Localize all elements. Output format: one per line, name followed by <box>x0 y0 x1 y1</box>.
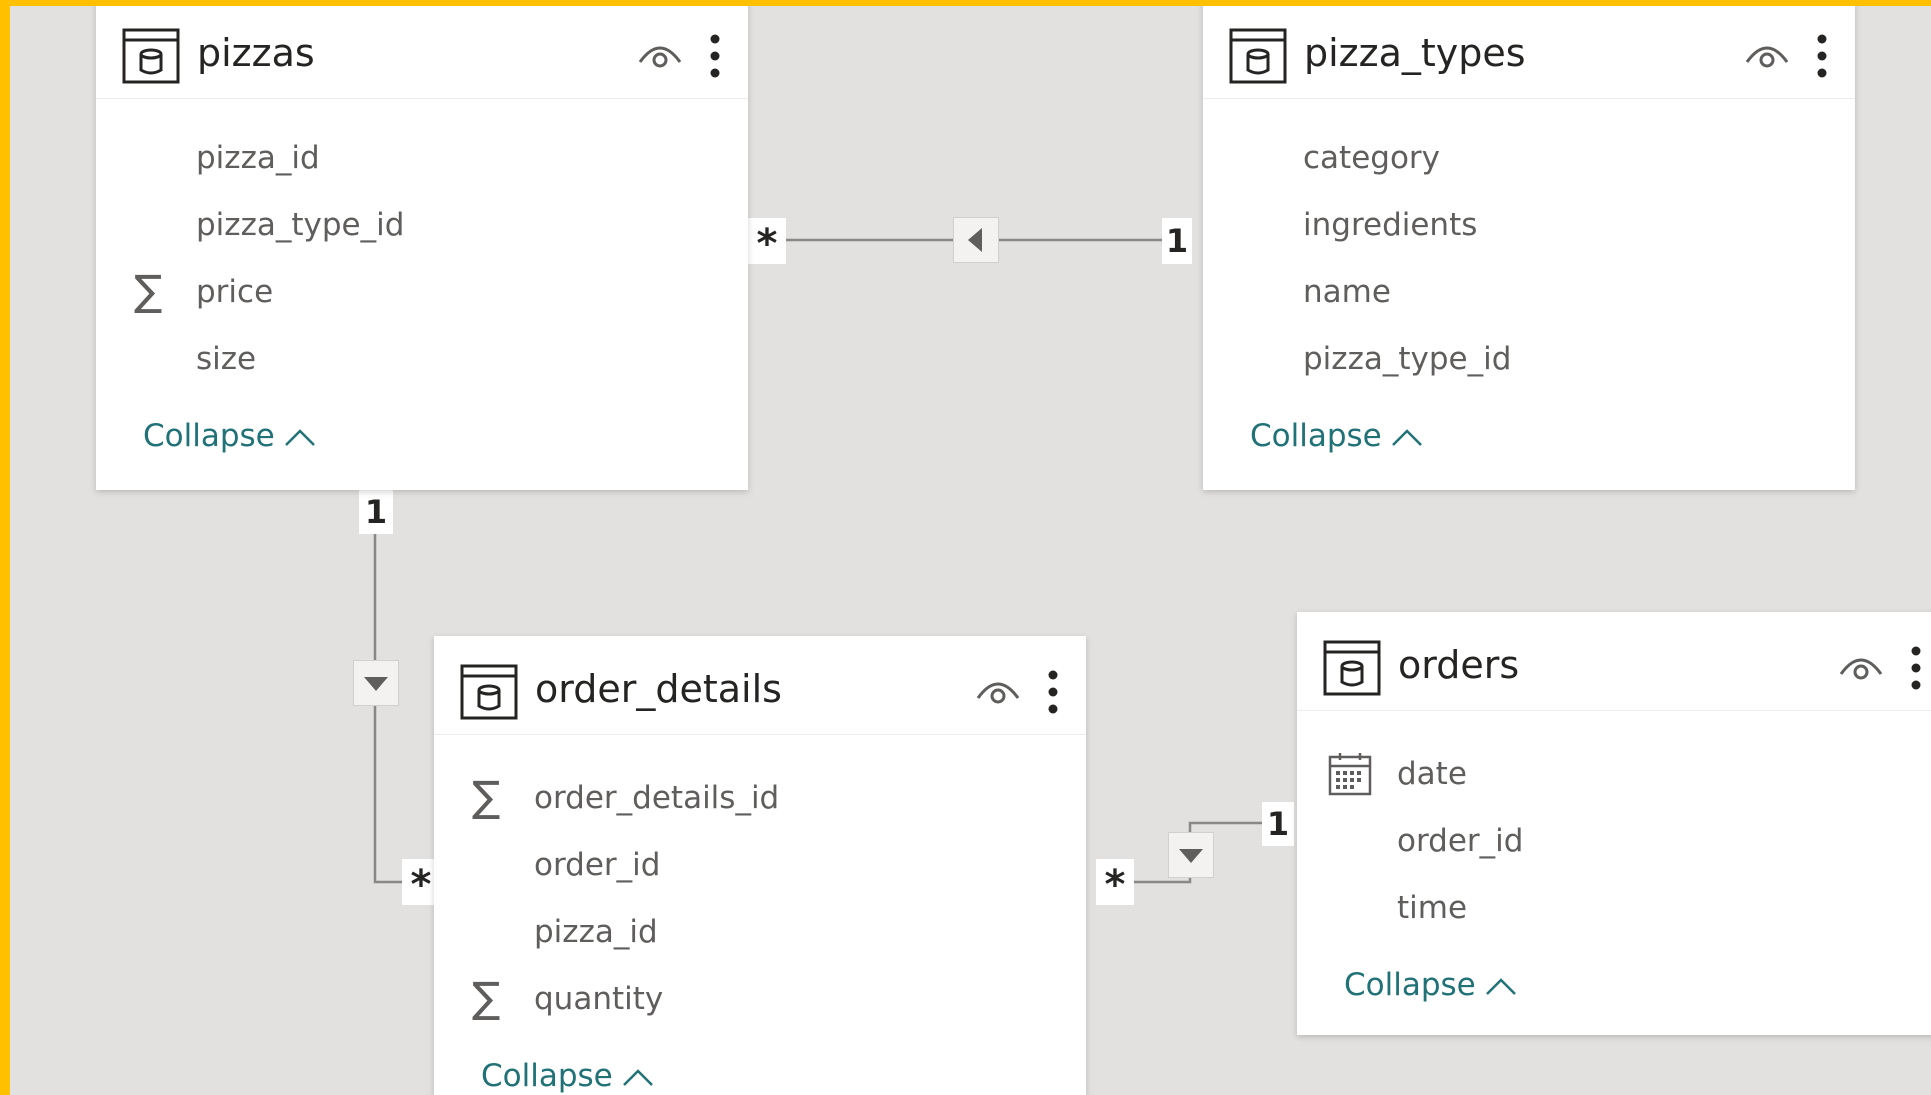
field-order-details-id[interactable]: order_details_id <box>534 778 779 818</box>
sigma-icon: ∑ <box>472 973 501 1022</box>
collapse-label: Collapse <box>1344 967 1476 1003</box>
more-options-icon[interactable] <box>1909 644 1923 692</box>
collapse-button[interactable]: Collapse <box>1250 416 1424 456</box>
sigma-icon: ∑ <box>472 772 501 821</box>
eye-icon[interactable] <box>1837 650 1885 684</box>
chevron-up-icon <box>284 428 315 446</box>
field-category[interactable]: category <box>1303 138 1440 178</box>
cardinality-many-marker: * <box>1096 859 1134 908</box>
field-order-id[interactable]: order_id <box>534 845 660 885</box>
table-title: order_details <box>535 667 782 711</box>
calendar-icon <box>1328 753 1372 796</box>
table-title: orders <box>1398 643 1520 687</box>
eye-icon[interactable] <box>974 674 1022 708</box>
table-card-header[interactable]: order_details <box>434 636 1086 735</box>
field-pizza-type-id[interactable]: pizza_type_id <box>196 205 404 245</box>
cross-filter-arrow-down[interactable] <box>1168 832 1214 878</box>
cardinality-many-marker: * <box>748 218 786 267</box>
field-date[interactable]: date <box>1397 754 1467 794</box>
chevron-up-icon <box>622 1068 653 1086</box>
model-canvas[interactable]: * 1 1 * * 1 pizzas pizza_id pizza_type_i… <box>10 6 1931 1095</box>
field-pizza-id[interactable]: pizza_id <box>196 138 320 178</box>
field-pizza-type-id[interactable]: pizza_type_id <box>1303 339 1511 379</box>
table-icon <box>122 28 180 84</box>
field-price[interactable]: price <box>196 272 273 312</box>
table-card-orders[interactable]: orders date order_id time Collapse <box>1297 612 1931 1035</box>
table-icon <box>460 664 518 720</box>
table-card-order-details[interactable]: order_details ∑ order_details_id order_i… <box>434 636 1086 1095</box>
cross-filter-arrow-left[interactable] <box>953 217 999 263</box>
table-icon <box>1229 28 1287 84</box>
sigma-icon: ∑ <box>134 266 163 315</box>
collapse-button[interactable]: Collapse <box>481 1056 655 1095</box>
eye-icon[interactable] <box>636 38 684 72</box>
field-ingredients[interactable]: ingredients <box>1303 205 1477 245</box>
cardinality-one-marker: 1 <box>359 490 393 534</box>
table-card-header[interactable]: orders <box>1297 612 1931 711</box>
field-quantity[interactable]: quantity <box>534 979 663 1019</box>
field-order-id[interactable]: order_id <box>1397 821 1523 861</box>
cardinality-one-marker: 1 <box>1162 218 1192 264</box>
more-options-icon[interactable] <box>1815 32 1829 80</box>
collapse-button[interactable]: Collapse <box>1344 965 1518 1005</box>
chevron-up-icon <box>1391 428 1422 446</box>
more-options-icon[interactable] <box>708 32 722 80</box>
field-pizza-id[interactable]: pizza_id <box>534 912 658 952</box>
table-title: pizza_types <box>1304 31 1526 75</box>
field-name[interactable]: name <box>1303 272 1391 312</box>
table-card-pizzas[interactable]: pizzas pizza_id pizza_type_id ∑ price si… <box>96 6 748 490</box>
eye-icon[interactable] <box>1743 38 1791 72</box>
field-size[interactable]: size <box>196 339 256 379</box>
cross-filter-arrow-down[interactable] <box>353 660 399 706</box>
collapse-label: Collapse <box>481 1058 613 1094</box>
collapse-label: Collapse <box>1250 418 1382 454</box>
chevron-up-icon <box>1485 977 1516 995</box>
field-time[interactable]: time <box>1397 888 1467 928</box>
table-card-header[interactable]: pizzas <box>96 6 748 99</box>
table-title: pizzas <box>197 31 315 75</box>
collapse-button[interactable]: Collapse <box>143 416 317 456</box>
cardinality-one-marker: 1 <box>1262 802 1294 846</box>
more-options-icon[interactable] <box>1046 668 1060 716</box>
table-card-header[interactable]: pizza_types <box>1203 6 1855 99</box>
table-icon <box>1323 640 1381 696</box>
relationship-line-pizzas-order-details <box>373 534 410 884</box>
collapse-label: Collapse <box>143 418 275 454</box>
table-card-pizza-types[interactable]: pizza_types category ingredients name pi… <box>1203 6 1855 490</box>
